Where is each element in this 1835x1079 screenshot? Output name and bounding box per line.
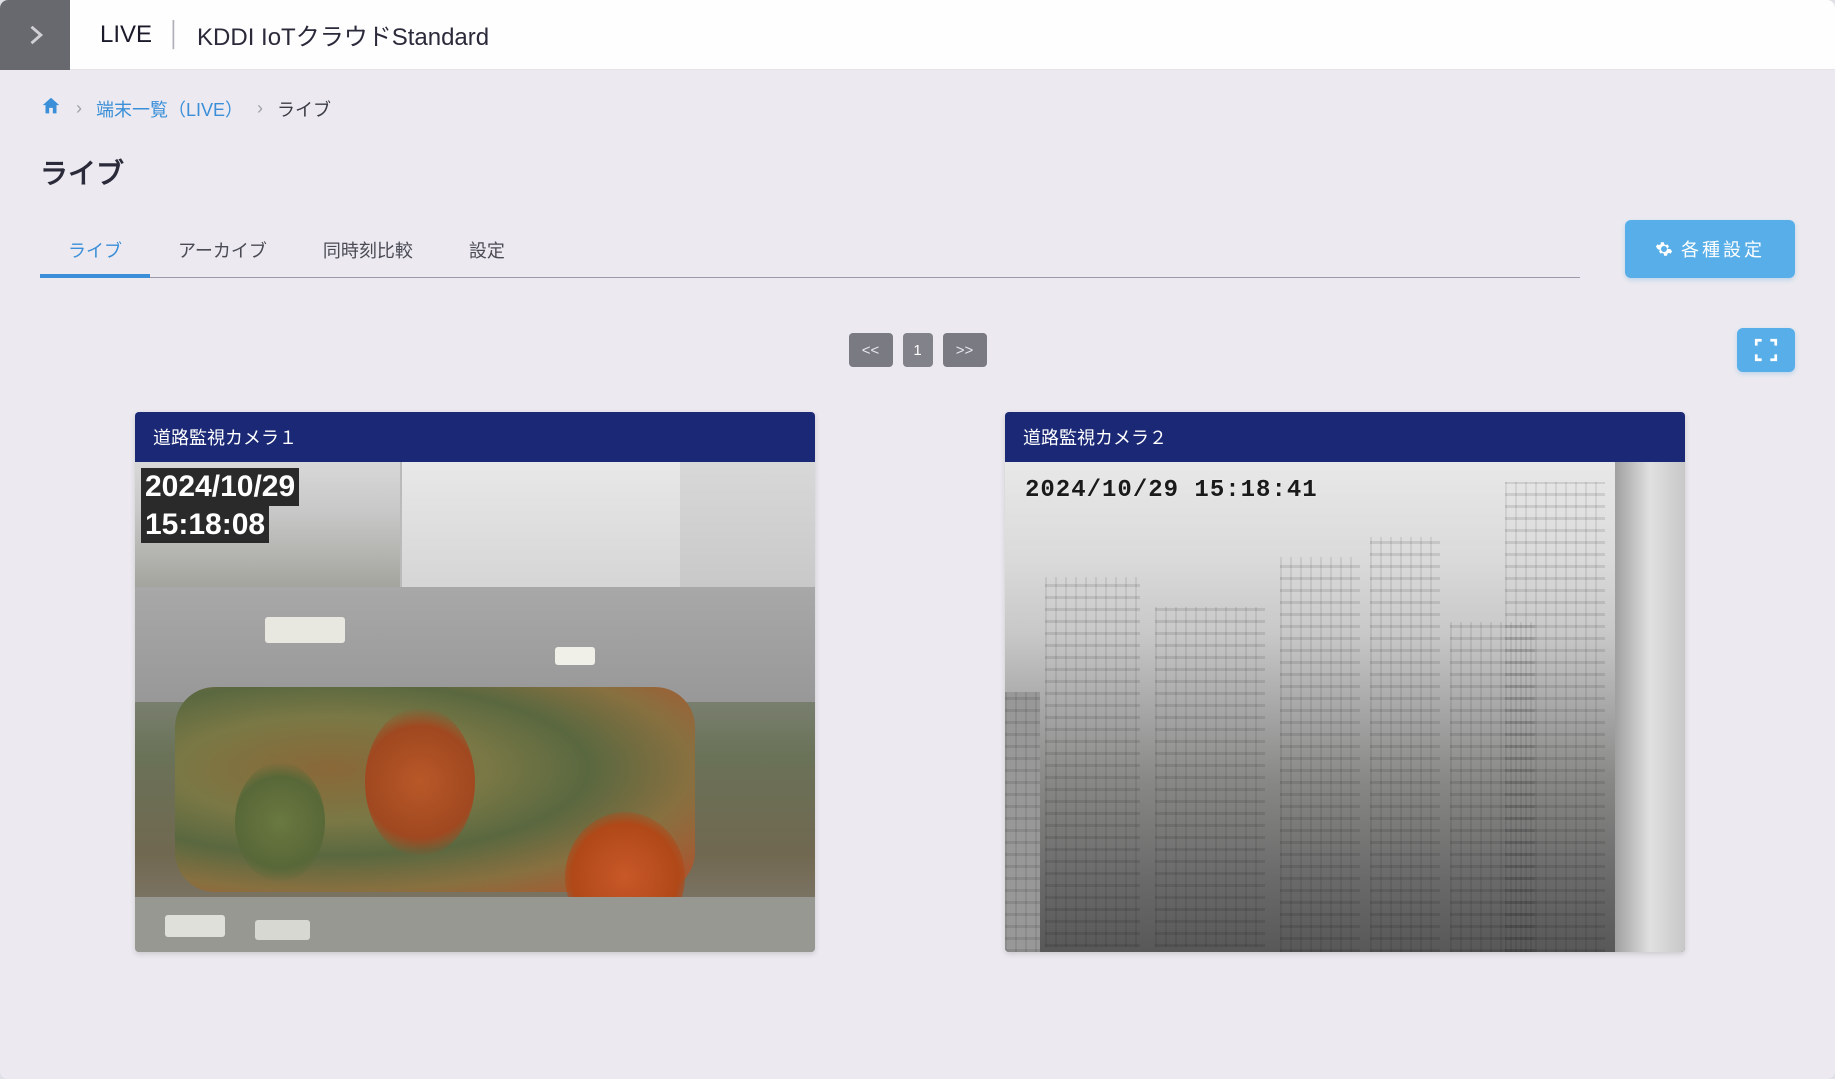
tab-archive[interactable]: アーカイブ: [150, 225, 295, 277]
gear-icon: [1655, 240, 1673, 258]
osd-date: 2024/10/29: [141, 468, 299, 506]
camera-title: 道路監視カメラ２: [1005, 412, 1685, 462]
camera-grid: 道路監視カメラ１: [40, 412, 1795, 952]
breadcrumb: › 端末一覧（LIVE） › ライブ: [40, 95, 1795, 122]
camera-card-2[interactable]: 道路監視カメラ２ 2024/10/29 15:18:41: [1005, 412, 1685, 952]
header-title-sub: KDDI IoTクラウドStandard: [197, 17, 489, 52]
camera-osd-timestamp: 2024/10/29 15:18:41: [1025, 477, 1318, 504]
header-title: LIVE │ KDDI IoTクラウドStandard: [70, 17, 489, 52]
fullscreen-icon: [1753, 337, 1779, 363]
breadcrumb-link-devices[interactable]: 端末一覧（LIVE）: [96, 96, 243, 122]
camera-feed: 2024/10/29 15:18:41: [1005, 462, 1685, 952]
settings-button[interactable]: 各種設定: [1625, 220, 1795, 278]
pager-prev-button[interactable]: <<: [849, 333, 893, 367]
pager-page-button[interactable]: 1: [903, 333, 933, 367]
tab-config[interactable]: 設定: [441, 225, 533, 277]
camera-feed: 2024/10/29 15:18:08: [135, 462, 815, 952]
chevron-right-icon: [21, 21, 49, 49]
header-title-main: LIVE: [100, 21, 152, 49]
breadcrumb-current: ライブ: [277, 96, 331, 122]
menu-toggle-button[interactable]: [0, 0, 70, 70]
settings-button-label: 各種設定: [1681, 236, 1765, 262]
home-icon[interactable]: [40, 95, 62, 122]
tab-compare[interactable]: 同時刻比較: [295, 225, 441, 277]
tab-live[interactable]: ライブ: [40, 225, 150, 277]
pager: << 1 >>: [40, 333, 1795, 367]
osd-time: 15:18:08: [141, 506, 269, 544]
page-title: ライブ: [40, 152, 1795, 192]
fullscreen-button[interactable]: [1737, 328, 1795, 372]
pager-next-button[interactable]: >>: [943, 333, 987, 367]
camera-card-1[interactable]: 道路監視カメラ１: [135, 412, 815, 952]
camera-osd-timestamp: 2024/10/29 15:18:08: [141, 468, 299, 543]
chevron-right-icon: ›: [257, 98, 263, 119]
header-separator: │: [167, 21, 182, 49]
camera-title: 道路監視カメラ１: [135, 412, 815, 462]
header-bar: LIVE │ KDDI IoTクラウドStandard: [0, 0, 1835, 70]
chevron-right-icon: ›: [76, 98, 82, 119]
tabs: ライブ アーカイブ 同時刻比較 設定: [40, 225, 1580, 278]
